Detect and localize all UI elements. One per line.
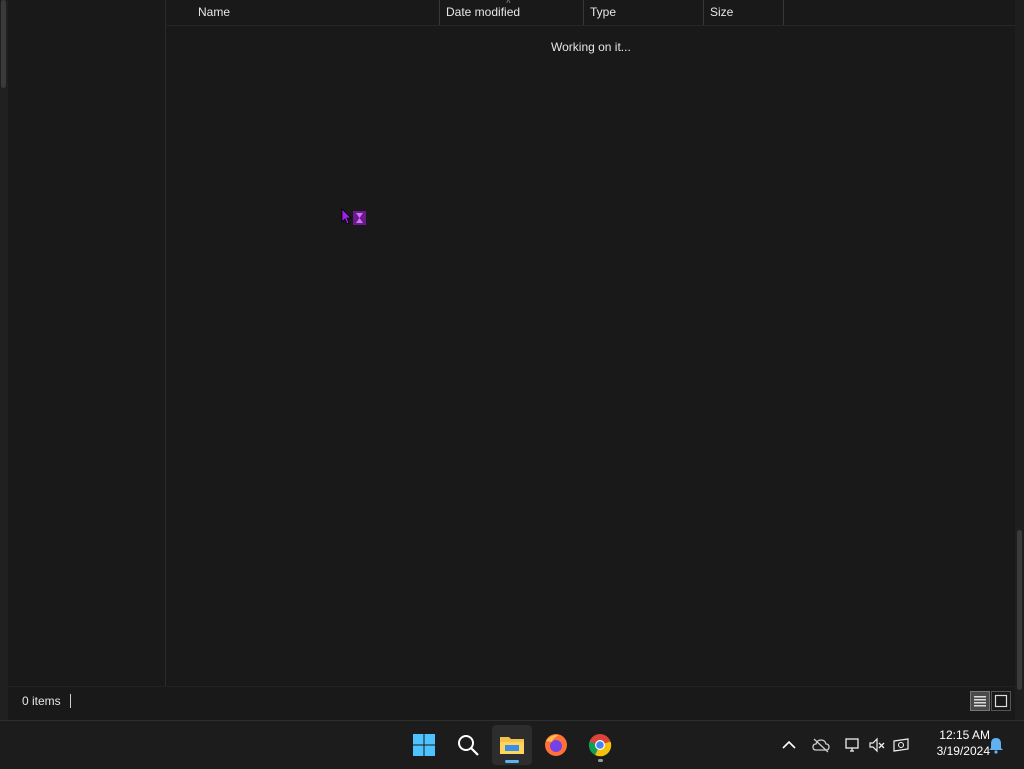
cloud-offline-icon [812, 738, 830, 753]
loading-message: Working on it... [551, 40, 631, 54]
windows-start-icon [413, 734, 435, 756]
left-scrollbar[interactable] [0, 0, 8, 720]
details-view-icon [974, 696, 986, 707]
clock-time: 12:15 AM [939, 728, 990, 742]
file-explorer-icon [500, 737, 524, 754]
bell-icon [989, 738, 1003, 754]
navigation-pane[interactable] [8, 0, 166, 686]
column-header-row: Name Date modified ˄ Type Size [166, 0, 1016, 26]
start-button[interactable] [404, 725, 444, 765]
details-view-button[interactable] [970, 691, 990, 711]
firefox-icon [545, 734, 567, 756]
busy-cursor-icon [341, 208, 366, 225]
left-scrollbar-thumb[interactable] [1, 0, 6, 88]
column-header-size[interactable]: Size [704, 0, 784, 25]
language-button[interactable] [890, 734, 912, 756]
search-icon [458, 735, 479, 756]
sort-arrow-icon: ˄ [506, 0, 511, 6]
volume-button[interactable] [866, 734, 888, 756]
large-icons-view-icon [994, 694, 1008, 708]
volume-muted-icon [869, 737, 885, 753]
search-button[interactable] [448, 725, 488, 765]
firefox-button[interactable] [536, 725, 576, 765]
network-icon [845, 738, 859, 752]
status-divider [70, 694, 71, 708]
column-header-date-modified[interactable]: Date modified [440, 0, 584, 25]
system-clock[interactable]: 12:15 AM 3/19/2024 [918, 727, 990, 759]
column-header-type[interactable]: Type [584, 0, 704, 25]
input-indicator-icon [893, 738, 909, 752]
chrome-button[interactable] [580, 725, 620, 765]
active-app-indicator [505, 760, 519, 763]
notifications-button[interactable] [985, 734, 1007, 756]
status-bar: 0 items [8, 686, 1015, 715]
taskbar: 12:15 AM 3/19/2024 [0, 720, 1024, 769]
network-button[interactable] [842, 734, 864, 756]
chrome-icon [588, 734, 612, 757]
running-app-indicator [598, 759, 603, 762]
column-header-name[interactable]: Name [192, 0, 440, 25]
show-hidden-icons-button[interactable] [778, 734, 800, 756]
file-explorer-button[interactable] [492, 725, 532, 765]
item-count: 0 items [22, 694, 61, 708]
file-explorer-window: Name Date modified ˄ Type Size Working o… [0, 0, 1024, 720]
chevron-up-icon [782, 740, 796, 749]
vertical-scrollbar-thumb[interactable] [1017, 530, 1022, 690]
clock-date: 3/19/2024 [936, 744, 990, 758]
onedrive-button[interactable] [810, 734, 832, 756]
vertical-scrollbar[interactable] [1015, 0, 1024, 720]
large-icons-view-button[interactable] [991, 691, 1011, 711]
